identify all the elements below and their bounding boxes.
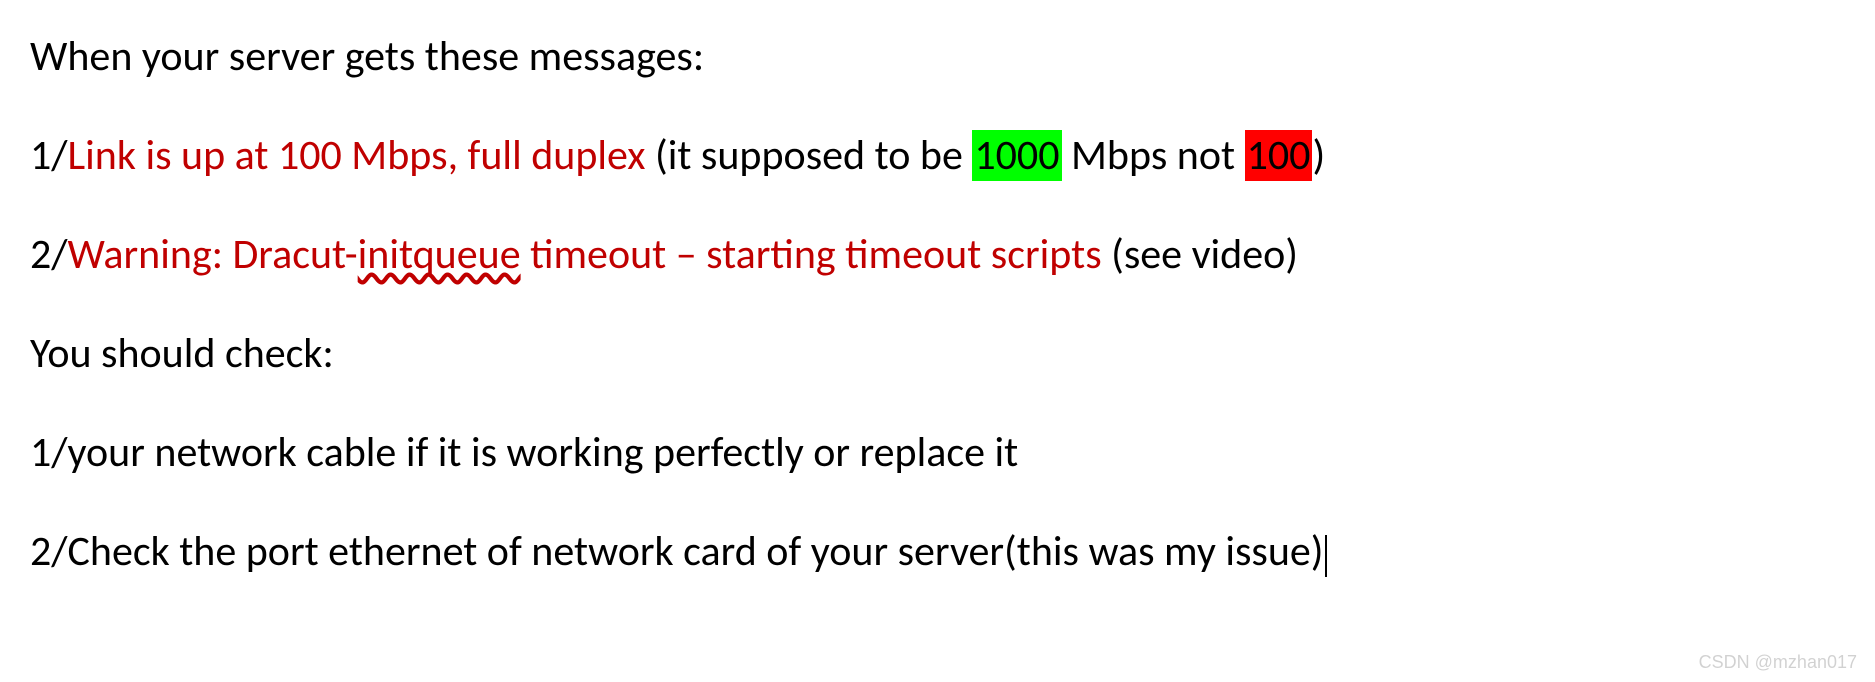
text: You should check: [30, 328, 334, 379]
error-text: Warning: Dracut-initqueue timeout – star… [68, 229, 1102, 280]
text: (it supposed to be [646, 130, 973, 181]
doc-line-5: 1/your network cable if it is working pe… [30, 421, 1845, 484]
doc-line-3: 2/Warning: Dracut-initqueue timeout – st… [30, 223, 1845, 286]
text: 1/your network cable if it is working pe… [30, 427, 1018, 478]
doc-line-2: 1/Link is up at 100 Mbps, full duplex (i… [30, 124, 1845, 187]
text: 2/Check the port ethernet of network car… [30, 526, 1324, 577]
error-text: Link is up at 100 Mbps, full duplex [68, 130, 646, 181]
spellcheck-squiggle: initqueue [358, 229, 521, 280]
text: (see video) [1102, 229, 1298, 280]
text: When your server gets these messages: [30, 31, 704, 82]
text-cursor [1325, 535, 1327, 577]
watermark: CSDN @mzhan017 [1699, 649, 1857, 676]
list-prefix: 2/ [30, 229, 68, 280]
text: ) [1312, 130, 1325, 181]
doc-line-4: You should check: [30, 322, 1845, 385]
doc-line-6: 2/Check the port ethernet of network car… [30, 520, 1845, 583]
doc-line-1: When your server gets these messages: [30, 25, 1845, 88]
list-prefix: 1/ [30, 130, 68, 181]
highlight-red: 100 [1245, 130, 1313, 181]
highlight-green: 1000 [972, 130, 1061, 181]
text: Mbps not [1062, 130, 1245, 181]
